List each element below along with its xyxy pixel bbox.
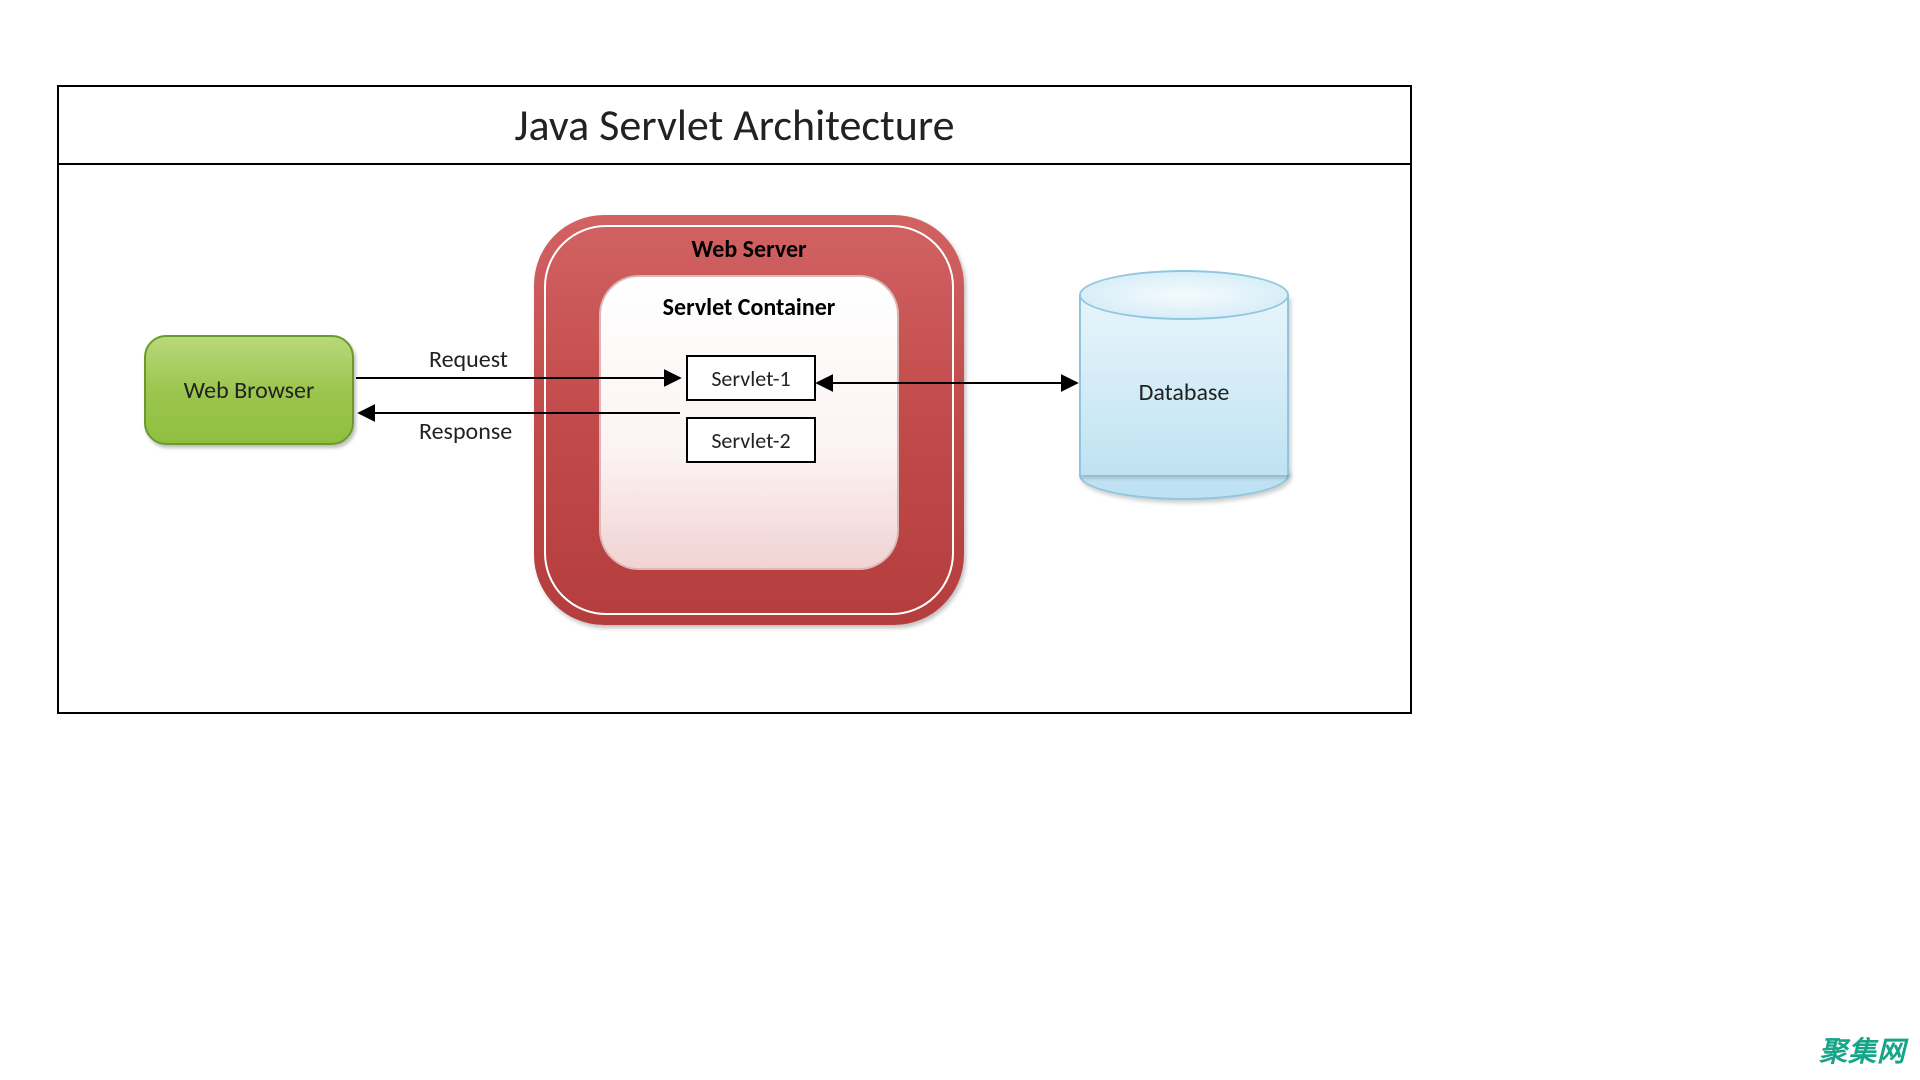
servlet-1-label: Servlet-1 bbox=[711, 365, 790, 392]
watermark-label: 聚集网 bbox=[1819, 1030, 1906, 1070]
web-server-node: Web Server Servlet Container Servlet-1 S… bbox=[534, 215, 964, 625]
web-browser-node: Web Browser bbox=[144, 335, 354, 445]
diagram-canvas: Web Browser Web Server Servlet Container… bbox=[59, 165, 1410, 712]
database-top-icon bbox=[1079, 270, 1289, 320]
servlet-2-node: Servlet-2 bbox=[686, 417, 816, 463]
servlet-container-node: Servlet Container Servlet-1 Servlet-2 bbox=[599, 275, 899, 570]
servlet-2-label: Servlet-2 bbox=[711, 427, 790, 454]
response-arrow-label: Response bbox=[419, 417, 512, 446]
database-label: Database bbox=[1079, 378, 1289, 407]
database-node: Database bbox=[1079, 270, 1289, 500]
web-browser-label: Web Browser bbox=[184, 376, 315, 405]
servlet-1-node: Servlet-1 bbox=[686, 355, 816, 401]
watermark-text: 聚集网 bbox=[1819, 1034, 1906, 1069]
web-server-label: Web Server bbox=[534, 235, 964, 264]
servlet-container-label: Servlet Container bbox=[601, 293, 897, 322]
request-arrow-label: Request bbox=[429, 345, 508, 374]
diagram-title: Java Servlet Architecture bbox=[59, 87, 1410, 165]
diagram-frame: Java Servlet Architecture Web Browser We… bbox=[57, 85, 1412, 714]
